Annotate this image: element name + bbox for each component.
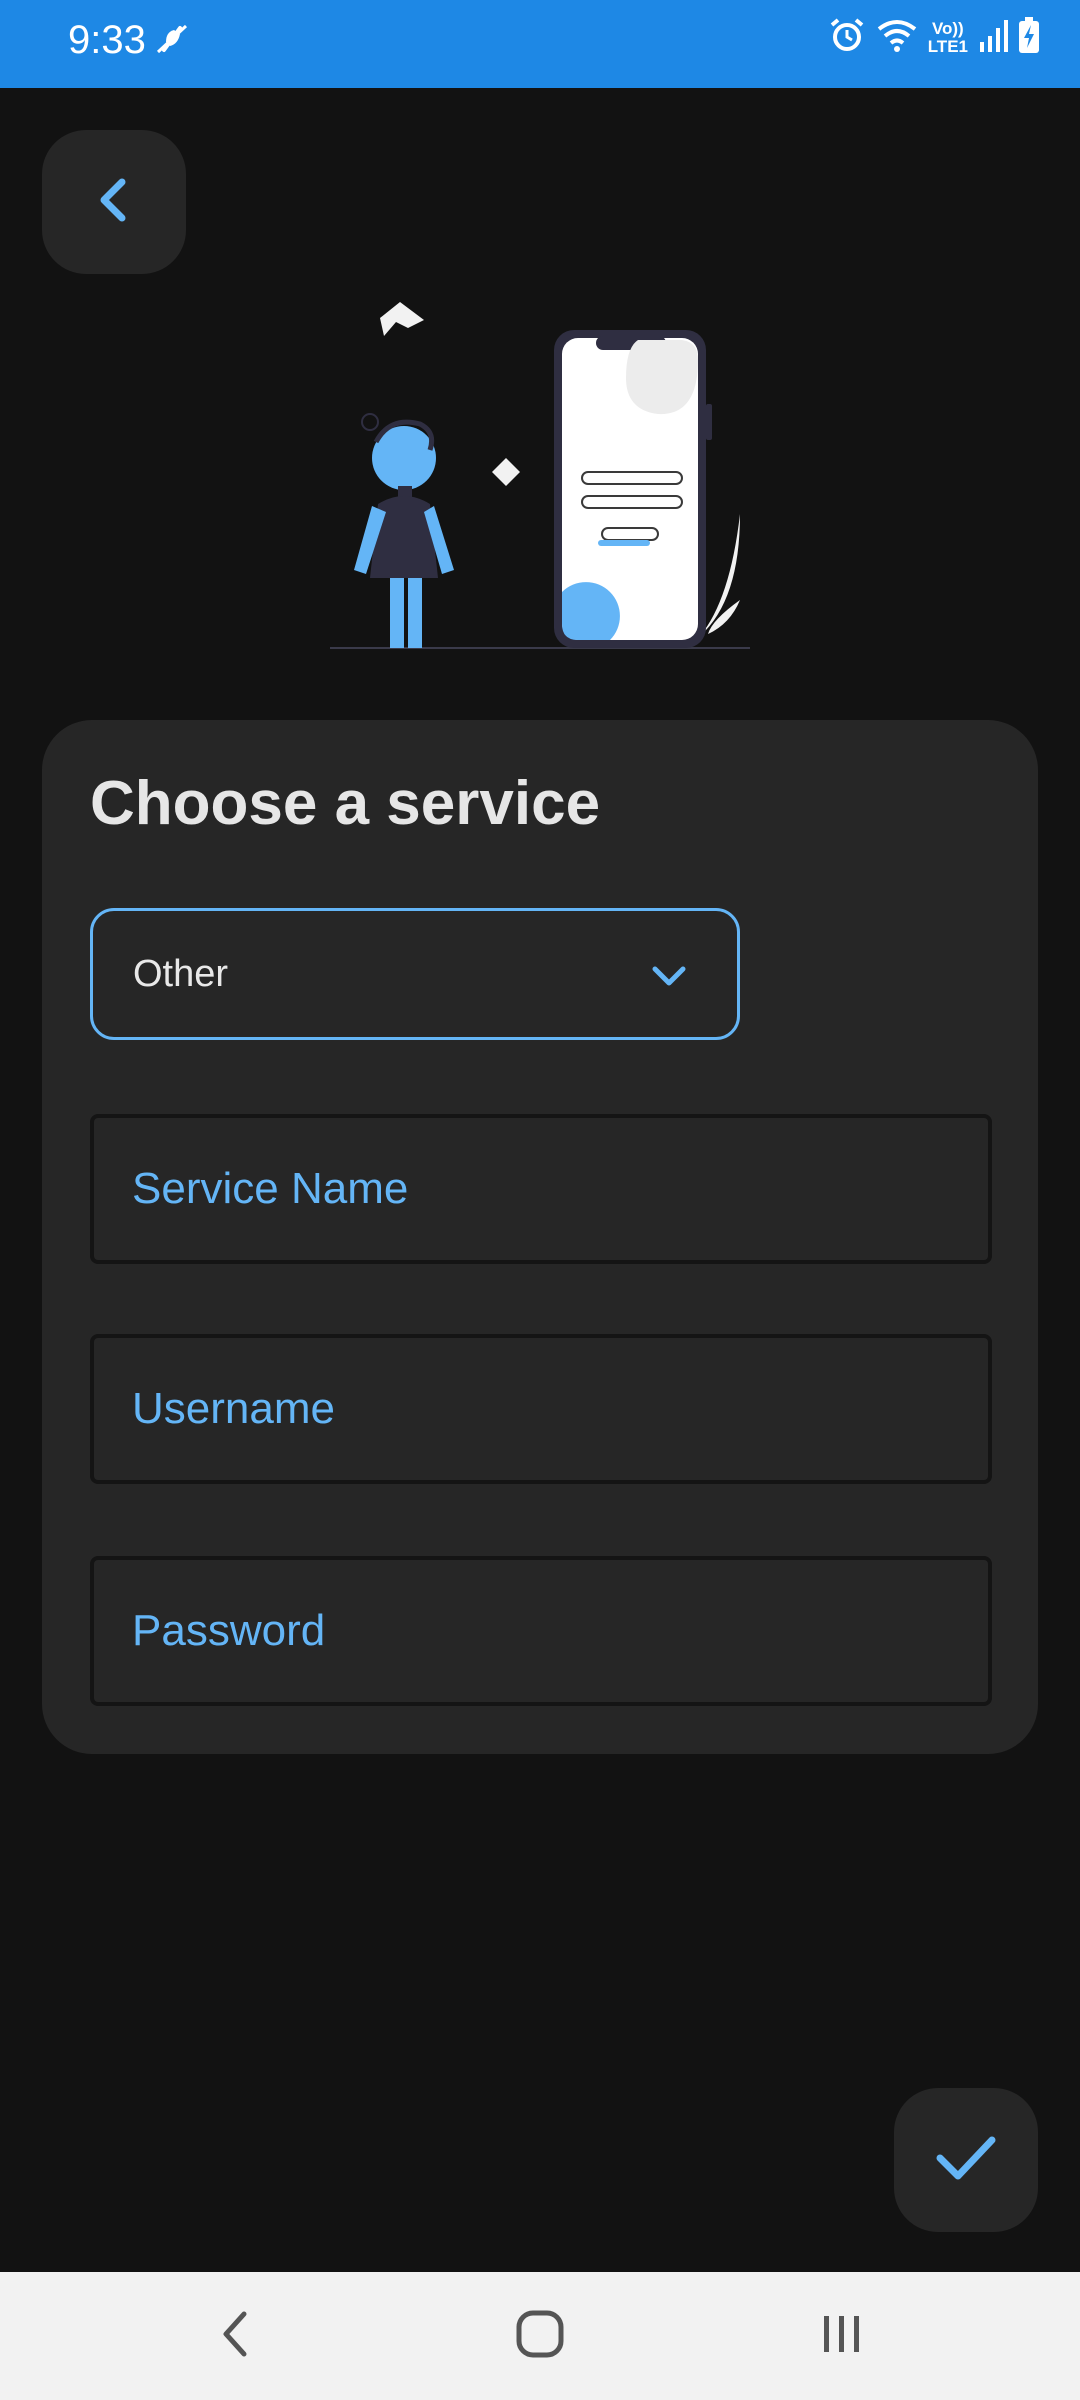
service-select[interactable]: Other bbox=[90, 908, 740, 1040]
nav-home-icon bbox=[515, 2309, 565, 2364]
password-label: Password bbox=[132, 1606, 326, 1655]
service-card: Choose a service Other Service Name User… bbox=[42, 720, 1038, 1754]
lte-top-label: Vo)) bbox=[931, 18, 964, 38]
chevron-down-icon bbox=[651, 957, 687, 998]
lte-bottom-label: LTE1 bbox=[927, 36, 968, 56]
nav-recents-icon bbox=[818, 2312, 866, 2361]
alarm-icon bbox=[828, 16, 866, 59]
nav-recents-button[interactable] bbox=[792, 2300, 892, 2372]
card-title: Choose a service bbox=[90, 769, 601, 838]
battery-charging-icon bbox=[1018, 17, 1040, 58]
username-label: Username bbox=[132, 1384, 335, 1433]
mute-mic-icon bbox=[152, 20, 192, 65]
lte-indicator: Vo)) LTE1 bbox=[927, 18, 968, 56]
nav-back-icon bbox=[218, 2310, 254, 2363]
status-time: 9:33 bbox=[68, 18, 146, 62]
nav-back-button[interactable] bbox=[186, 2300, 286, 2372]
password-field[interactable]: Password bbox=[90, 1556, 992, 1706]
chevron-left-icon bbox=[94, 176, 134, 229]
status-bar: 9:33 Vo)) LTE1 bbox=[0, 0, 1080, 88]
navigation-bar bbox=[0, 2272, 1080, 2400]
confirm-button[interactable] bbox=[894, 2088, 1038, 2232]
illustration bbox=[320, 300, 760, 665]
check-icon bbox=[934, 2132, 998, 2189]
username-field[interactable]: Username bbox=[90, 1334, 992, 1484]
nav-home-button[interactable] bbox=[490, 2300, 590, 2372]
signal-icon bbox=[978, 18, 1008, 57]
service-select-value: Other bbox=[133, 952, 229, 995]
wifi-icon bbox=[876, 17, 918, 58]
service-name-field[interactable]: Service Name bbox=[90, 1114, 992, 1264]
service-name-label: Service Name bbox=[132, 1164, 409, 1213]
back-button[interactable] bbox=[42, 130, 186, 274]
